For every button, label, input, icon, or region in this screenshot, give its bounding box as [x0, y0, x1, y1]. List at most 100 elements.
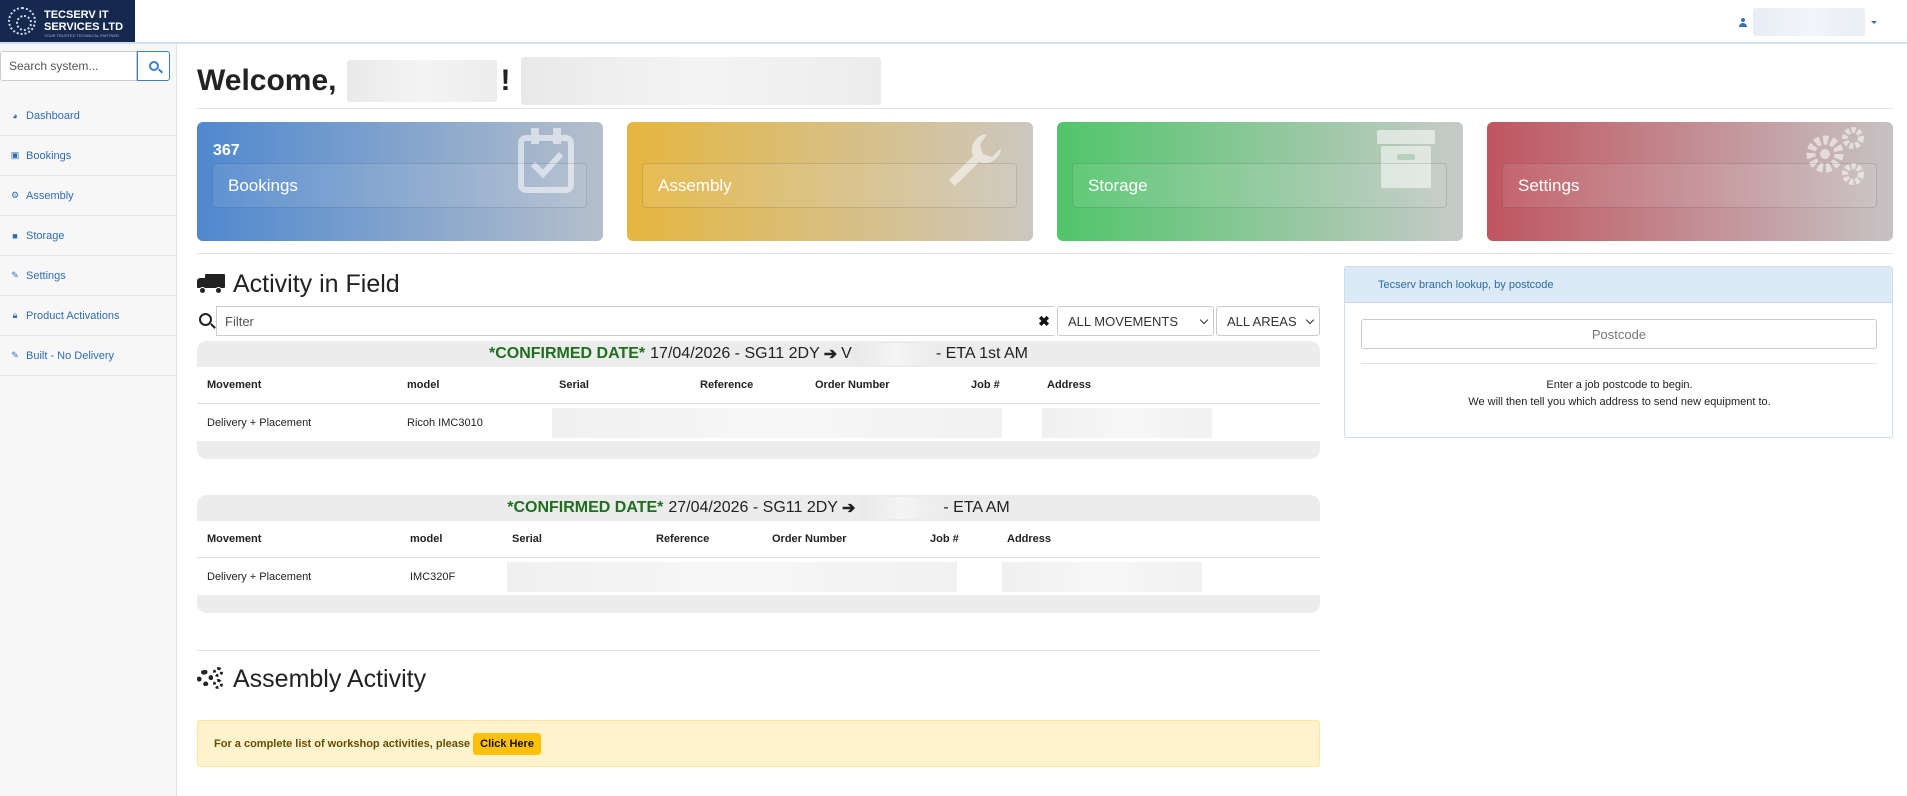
tile-storage[interactable]: Storage	[1057, 122, 1463, 241]
chevron-down-icon	[1199, 315, 1209, 325]
search-icon	[148, 61, 159, 71]
user-menu[interactable]	[1739, 8, 1877, 36]
sidebar-item-label: Built - No Delivery	[26, 349, 115, 362]
movement-card: *CONFIRMED DATE* 17/04/2026 - SG11 2DY ➔…	[197, 341, 1320, 459]
calendar-icon: ▣	[10, 150, 20, 160]
model: Ricoh IMC3010	[407, 416, 483, 429]
sidebar-item-label: Storage	[26, 229, 65, 242]
movement-header[interactable]: *CONFIRMED DATE* 17/04/2026 - SG11 2DY ➔…	[197, 341, 1320, 367]
tile-label: Settings	[1502, 163, 1877, 208]
gears-icon	[197, 667, 225, 691]
assembly-activity-heading: Assembly Activity	[197, 661, 426, 697]
table-row[interactable]: Delivery + Placement Ricoh IMC3010	[197, 404, 1320, 441]
instruction-line1: Enter a job postcode to begin.	[1546, 379, 1693, 391]
search-button[interactable]	[137, 51, 170, 81]
sidebar-search	[0, 51, 170, 81]
areas-select[interactable]: ALL AREAS	[1216, 306, 1320, 336]
movement-header[interactable]: *CONFIRMED DATE* 27/04/2026 - SG11 2DY ➔…	[197, 495, 1320, 521]
confirmed-date-label: *CONFIRMED DATE*	[507, 499, 664, 516]
column-header: Job #	[930, 533, 959, 545]
column-header: Order Number	[772, 533, 847, 545]
postcode-input[interactable]	[1361, 319, 1877, 349]
table-row[interactable]: Delivery + Placement IMC320F	[197, 558, 1320, 595]
caret-down-icon[interactable]	[1871, 20, 1877, 24]
sidebar-item-dashboard[interactable]: ◕ Dashboard	[0, 96, 177, 136]
top-navbar: TECSERV IT SERVICES LTD YOUR TRUSTED TEC…	[0, 0, 1907, 44]
click-here-button[interactable]: Click Here	[473, 732, 541, 755]
tile-label: Bookings	[212, 163, 587, 208]
wrench-icon: ✎	[11, 350, 19, 360]
tile-bookings[interactable]: 367 Bookings	[197, 122, 603, 241]
user-icon	[1739, 17, 1747, 27]
movement-date: 27/04/2026	[668, 499, 749, 516]
clear-filter-icon[interactable]: ✖	[1033, 306, 1055, 336]
activity-filter-input[interactable]	[216, 306, 1054, 336]
notice-text: For a complete list of workshop activiti…	[214, 737, 471, 750]
logo-text-line1: TECSERV IT	[44, 9, 109, 21]
areas-select-value: ALL AREAS	[1227, 313, 1297, 329]
movement-type: Delivery + Placement	[207, 416, 312, 429]
tile-count: 367	[213, 142, 240, 159]
gears-icon: ⚙	[10, 190, 20, 200]
sidebar-item-product-activations[interactable]: 🔒︎ Product Activations	[0, 296, 177, 336]
archive-icon: ■	[12, 230, 18, 241]
column-header: Movement	[207, 379, 262, 391]
destination-prefix: V	[841, 345, 852, 362]
movement-footer	[197, 595, 1320, 613]
column-header: Address	[1047, 379, 1092, 391]
tile-settings[interactable]: Settings	[1487, 122, 1893, 241]
sidebar-item-settings[interactable]: ✎ Settings	[0, 256, 177, 296]
divider	[197, 253, 1893, 254]
panel-heading: Tecserv branch lookup, by postcode	[1345, 267, 1892, 303]
chevron-down-icon	[1305, 315, 1315, 325]
destination-redacted	[861, 497, 942, 519]
logo-emblem-icon	[8, 7, 36, 35]
search-icon	[199, 313, 212, 326]
movements-select[interactable]: ALL MOVEMENTS	[1057, 306, 1214, 336]
address-redacted	[1042, 404, 1212, 441]
panel-instructions: Enter a job postcode to begin. We will t…	[1345, 377, 1894, 411]
sidebar-item-assembly[interactable]: ⚙ Assembly	[0, 176, 177, 216]
column-header: Reference	[700, 379, 754, 391]
column-header: Job #	[971, 379, 1000, 391]
assembly-title: Assembly Activity	[233, 664, 427, 693]
divider	[197, 650, 1320, 651]
search-input[interactable]	[0, 51, 137, 81]
model: IMC320F	[410, 570, 456, 583]
column-header: Serial	[559, 379, 589, 391]
column-header: model	[407, 379, 440, 391]
movement-date: 17/04/2026	[650, 345, 731, 362]
sidebar-item-storage[interactable]: ■ Storage	[0, 216, 177, 256]
tile-assembly[interactable]: Assembly	[627, 122, 1033, 241]
divider	[1361, 363, 1877, 364]
movement-postcode: SG11 2DY	[762, 499, 838, 516]
dashboard-icon: ◕	[12, 110, 18, 121]
logo-text-line2: SERVICES LTD	[44, 21, 124, 33]
sidebar-item-label: Assembly	[26, 189, 74, 202]
movement-table: Movement model Serial Reference Order Nu…	[197, 521, 1320, 595]
activity-filter-row: ✖ ALL MOVEMENTS ALL AREAS	[197, 306, 1320, 336]
activity-title: Activity in Field	[233, 269, 400, 298]
logo-text: TECSERV IT SERVICES LTD	[44, 9, 123, 33]
sidebar-item-built-no-delivery[interactable]: ✎ Built - No Delivery	[0, 336, 177, 376]
lock-icon: 🔒︎	[12, 310, 18, 320]
sidebar-item-bookings[interactable]: ▣ Bookings	[0, 136, 177, 176]
movement-type: Delivery + Placement	[207, 570, 312, 583]
tile-label: Assembly	[642, 163, 1017, 208]
redacted-cells	[507, 558, 957, 595]
movement-postcode: SG11 2DY	[744, 345, 820, 362]
user-name[interactable]	[1753, 8, 1865, 36]
confirmed-date-label: *CONFIRMED DATE*	[489, 345, 646, 362]
divider	[197, 108, 1893, 109]
column-header: Movement	[207, 533, 262, 545]
sidebar-item-label: Product Activations	[26, 309, 120, 322]
movement-eta: - ETA 1st AM	[935, 345, 1028, 362]
company-logo[interactable]: TECSERV IT SERVICES LTD YOUR TRUSTED TEC…	[0, 0, 135, 42]
movement-eta: - ETA AM	[943, 499, 1010, 516]
column-header: Reference	[656, 533, 710, 545]
user-first-name-redacted	[346, 60, 497, 102]
column-header: Order Number	[815, 379, 890, 391]
sidebar-item-label: Bookings	[26, 149, 72, 162]
movement-card: *CONFIRMED DATE* 27/04/2026 - SG11 2DY ➔…	[197, 495, 1320, 613]
redacted-cells	[552, 404, 1002, 441]
